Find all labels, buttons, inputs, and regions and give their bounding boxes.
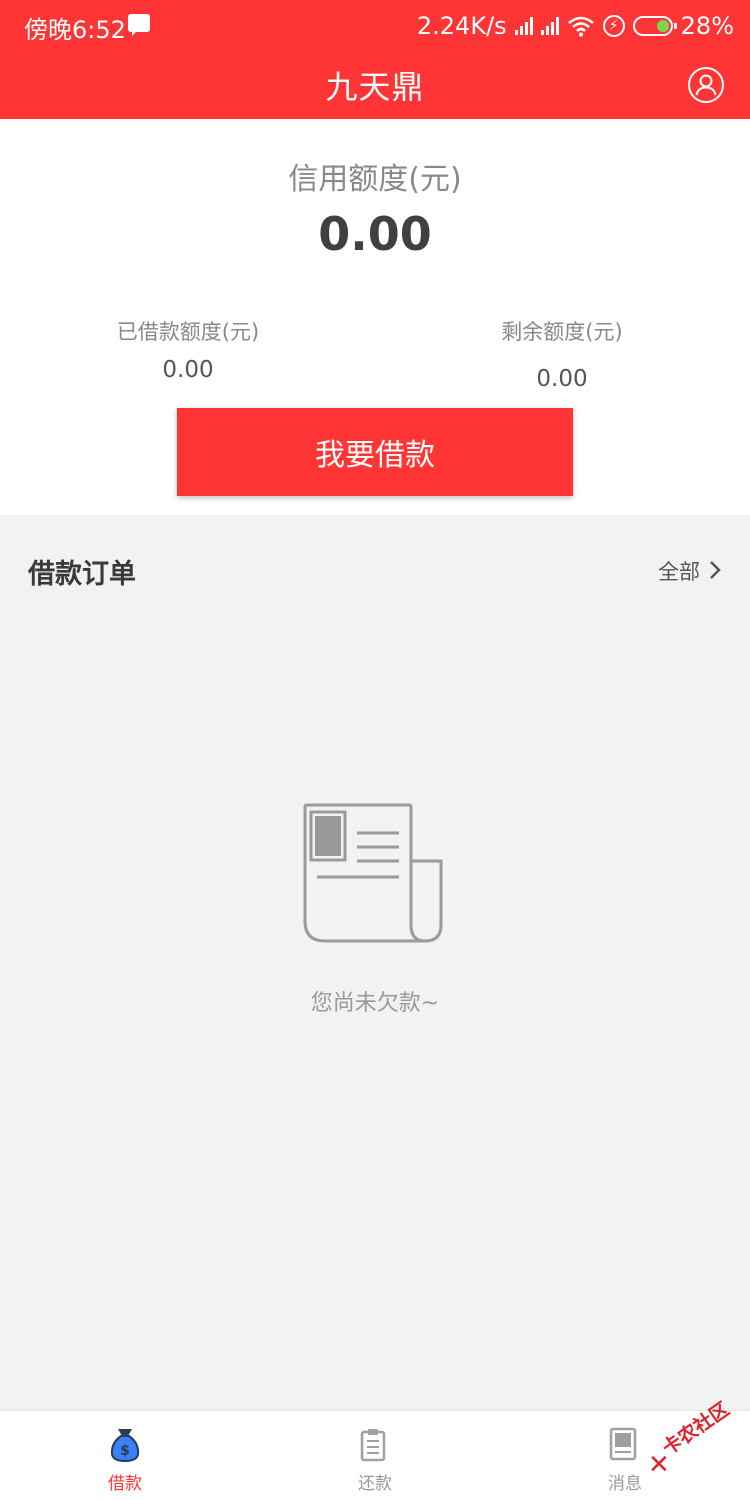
remaining-amount-label: 剩余额度(元) — [501, 320, 623, 344]
money-bag-icon: $ — [110, 1429, 140, 1463]
message-icon — [609, 1427, 637, 1461]
user-silhouette — [695, 74, 717, 96]
borrowed-amount-label: 已借款额度(元) — [116, 320, 260, 344]
remaining-amount-value: 0.00 — [536, 366, 588, 392]
borrowed-amount-value: 0.00 — [162, 357, 214, 383]
tab-borrow[interactable]: $ 借款 — [0, 1411, 250, 1500]
app-header: 傍晚6:52 2.24K/s ⚡ 28% 九天鼎 — [0, 0, 750, 119]
credit-limit-label: 信用额度(元) — [288, 162, 462, 197]
tab-repay[interactable]: 还款 — [250, 1411, 500, 1500]
page-title: 九天鼎 — [325, 68, 425, 106]
battery-icon — [632, 16, 677, 36]
chevron-right-icon[interactable] — [708, 560, 722, 580]
loan-orders-title: 借款订单 — [28, 559, 136, 590]
status-bar: 傍晚6:52 2.24K/s ⚡ 28% — [0, 0, 750, 52]
signal-icon-2 — [540, 17, 559, 35]
charging-icon: ⚡ — [602, 15, 625, 37]
battery-percent: 28% — [680, 12, 734, 40]
view-all-orders-link[interactable]: 全部 — [658, 556, 700, 586]
tab-borrow-label: 借款 — [108, 1474, 142, 1494]
signal-icon — [514, 17, 533, 35]
svg-text:$: $ — [120, 1443, 130, 1459]
credit-summary: 信用额度(元) 0.00 已借款额度(元) 0.00 剩余额度(元) 0.00 … — [0, 119, 750, 515]
status-indicators: 2.24K/s ⚡ 28% — [417, 10, 734, 42]
bottom-tab-bar: $ 借款 还款 消息 — [0, 1410, 750, 1500]
borrow-button[interactable]: 我要借款 — [177, 408, 573, 496]
clipboard-icon — [360, 1429, 386, 1462]
empty-document-icon — [303, 803, 443, 943]
watermark-logo: ✕ 卡农社区 — [648, 1398, 748, 1490]
network-speed: 2.24K/s — [416, 12, 507, 40]
credit-limit-value: 0.00 — [318, 207, 432, 261]
empty-state-text: 您尚未欠款~ — [310, 991, 440, 1016]
wifi-icon — [567, 16, 594, 37]
watermark-text: 卡农社区 — [658, 1398, 734, 1460]
sms-notification-icon — [128, 14, 273, 38]
status-time: 傍晚6:52 — [24, 16, 126, 44]
tab-repay-label: 还款 — [358, 1474, 392, 1494]
user-profile-icon[interactable] — [688, 67, 724, 103]
